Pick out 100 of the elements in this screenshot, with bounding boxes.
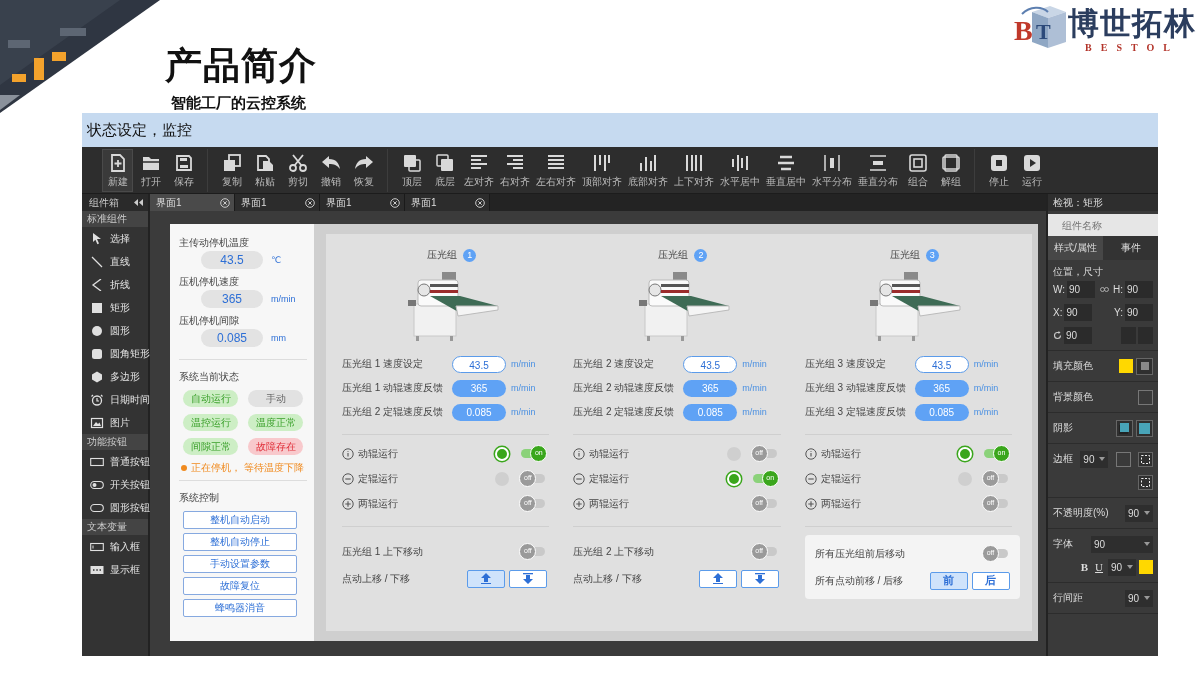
- dashed-border-icon[interactable]: [1138, 474, 1153, 490]
- toolbar-button[interactable]: 停止: [983, 148, 1014, 192]
- center-horizontal-icon: [730, 152, 750, 173]
- component-item[interactable]: 显示框: [82, 558, 148, 581]
- collapse-icon[interactable]: [134, 199, 143, 206]
- link-icon[interactable]: [1099, 286, 1109, 292]
- number-field[interactable]: 90: [1125, 303, 1153, 321]
- move-down-button[interactable]: [740, 569, 779, 588]
- number-field[interactable]: 90: [1125, 280, 1153, 298]
- document-tab[interactable]: 界面1: [235, 194, 320, 211]
- component-item[interactable]: 矩形: [82, 296, 148, 319]
- number-field[interactable]: 90: [1064, 303, 1093, 321]
- document-tab[interactable]: 界面1: [320, 194, 405, 211]
- rounded-square-icon: [90, 347, 104, 360]
- toolbar-button[interactable]: 左右对齐: [534, 148, 578, 192]
- component-item[interactable]: 圆角矩形: [82, 342, 148, 365]
- document-tab[interactable]: 界面1: [405, 194, 490, 211]
- toolbar-button[interactable]: 垂直居中: [764, 148, 808, 192]
- dashed-border-icon[interactable]: [1138, 451, 1153, 467]
- logo-name: 博世拓林: [1068, 6, 1196, 42]
- filled-square-icon[interactable]: [1136, 419, 1153, 437]
- control-button[interactable]: 整机自动停止: [183, 533, 297, 551]
- bring-to-front-icon: [401, 152, 422, 173]
- speed-field[interactable]: 43.5: [452, 355, 506, 373]
- move-up-button[interactable]: [467, 569, 506, 588]
- dropdown[interactable]: 90: [1108, 558, 1136, 576]
- inspector-tab[interactable]: 事件: [1103, 236, 1158, 260]
- toolbar-button[interactable]: 垂直分布: [856, 148, 900, 192]
- component-item[interactable]: 圆形: [82, 319, 148, 342]
- toolbar-button[interactable]: 撤销: [315, 148, 346, 192]
- close-icon[interactable]: [475, 197, 485, 208]
- toolbar-button[interactable]: 水平分布: [810, 148, 854, 192]
- toolbar-button[interactable]: 恢复: [348, 148, 379, 192]
- control-button[interactable]: 手动设置参数: [183, 555, 297, 573]
- dropdown[interactable]: 90: [1080, 450, 1109, 468]
- status-message: 正在停机， 等待温度下降: [191, 461, 304, 474]
- move-down-button[interactable]: [509, 569, 548, 588]
- jog-button[interactable]: 后: [972, 571, 1010, 590]
- inspector-tab[interactable]: 样式/属性: [1048, 236, 1103, 260]
- component-item[interactable]: 图片: [82, 411, 148, 434]
- number-field[interactable]: 90: [1064, 326, 1092, 344]
- group-number: 2: [694, 248, 708, 262]
- dropdown[interactable]: 90: [1091, 535, 1153, 553]
- toolbar-button[interactable]: 上下对齐: [672, 148, 716, 192]
- toolbar-button[interactable]: 打开: [135, 148, 166, 192]
- close-icon[interactable]: [390, 197, 400, 208]
- toolbar-button[interactable]: 底部对齐: [626, 148, 670, 192]
- component-item[interactable]: 圆形按钮: [82, 496, 148, 519]
- component-item[interactable]: 折线: [82, 273, 148, 296]
- component-item[interactable]: 选择: [82, 227, 148, 250]
- toolbar-button[interactable]: 复制: [216, 148, 247, 192]
- toolbar-button[interactable]: 新建: [102, 148, 133, 192]
- control-button[interactable]: 整机自动启动: [183, 511, 297, 529]
- slide-title: 产品简介: [165, 44, 317, 88]
- color-swatch[interactable]: [1139, 560, 1153, 574]
- number-field[interactable]: 90: [1067, 280, 1096, 298]
- move-up-button[interactable]: [698, 569, 737, 588]
- control-button[interactable]: 故障复位: [183, 577, 297, 595]
- toolbar-button[interactable]: 组合: [902, 148, 933, 192]
- component-item[interactable]: 输入框: [82, 535, 148, 558]
- drop-shadow-icon[interactable]: [1116, 419, 1133, 437]
- close-icon[interactable]: [220, 197, 230, 208]
- component-item[interactable]: 开关按钮: [82, 473, 148, 496]
- readout-value: 365: [914, 379, 969, 397]
- toolbar-button[interactable]: 水平居中: [718, 148, 762, 192]
- toolbar-button[interactable]: 左对齐: [462, 148, 496, 192]
- toolbar-button[interactable]: 粘贴: [249, 148, 280, 192]
- toggle-icon: [90, 478, 104, 491]
- component-item[interactable]: 日期时间: [82, 388, 148, 411]
- control-button[interactable]: 蜂鸣器消音: [183, 599, 297, 617]
- component-item[interactable]: 多边形: [82, 365, 148, 388]
- plus-icon: [342, 497, 354, 510]
- dropdown[interactable]: 90: [1125, 589, 1153, 607]
- toolbar-button[interactable]: 解组: [935, 148, 966, 192]
- speed-field[interactable]: 43.5: [683, 355, 738, 373]
- color-swatch[interactable]: [1115, 451, 1131, 467]
- toolbar-button[interactable]: 右对齐: [498, 148, 532, 192]
- close-icon[interactable]: [305, 197, 315, 208]
- toolbar-button[interactable]: 运行: [1016, 148, 1047, 192]
- document-tab[interactable]: 界面1: [150, 194, 235, 211]
- component-item[interactable]: 直线: [82, 250, 148, 273]
- toolbar-button[interactable]: 剪切: [282, 148, 313, 192]
- bold-button[interactable]: B: [1078, 561, 1091, 573]
- dropdown[interactable]: 90: [1125, 504, 1153, 522]
- caret-icon: [1127, 565, 1133, 569]
- toolbar-button[interactable]: 保存: [168, 148, 199, 192]
- parameter-label: 压光组 3 速度设定: [804, 357, 887, 371]
- speed-field[interactable]: 43.5: [914, 355, 969, 373]
- toolbar-button[interactable]: 顶层: [396, 148, 427, 192]
- jog-button[interactable]: 前: [930, 571, 968, 590]
- underline-button[interactable]: U: [1093, 561, 1105, 573]
- name-field[interactable]: 组件名称: [1048, 214, 1158, 236]
- parameter-label: 压光组 2 动辊速度反馈: [573, 381, 676, 395]
- color-swatch[interactable]: [1119, 359, 1133, 373]
- unit-label: m/min: [511, 383, 536, 393]
- component-item[interactable]: 普通按钮: [82, 450, 148, 473]
- toolbar-button[interactable]: 底层: [429, 148, 460, 192]
- fill-style-button[interactable]: [1136, 357, 1153, 375]
- toolbar-button[interactable]: 顶部对齐: [580, 148, 624, 192]
- color-swatch[interactable]: [1138, 389, 1153, 405]
